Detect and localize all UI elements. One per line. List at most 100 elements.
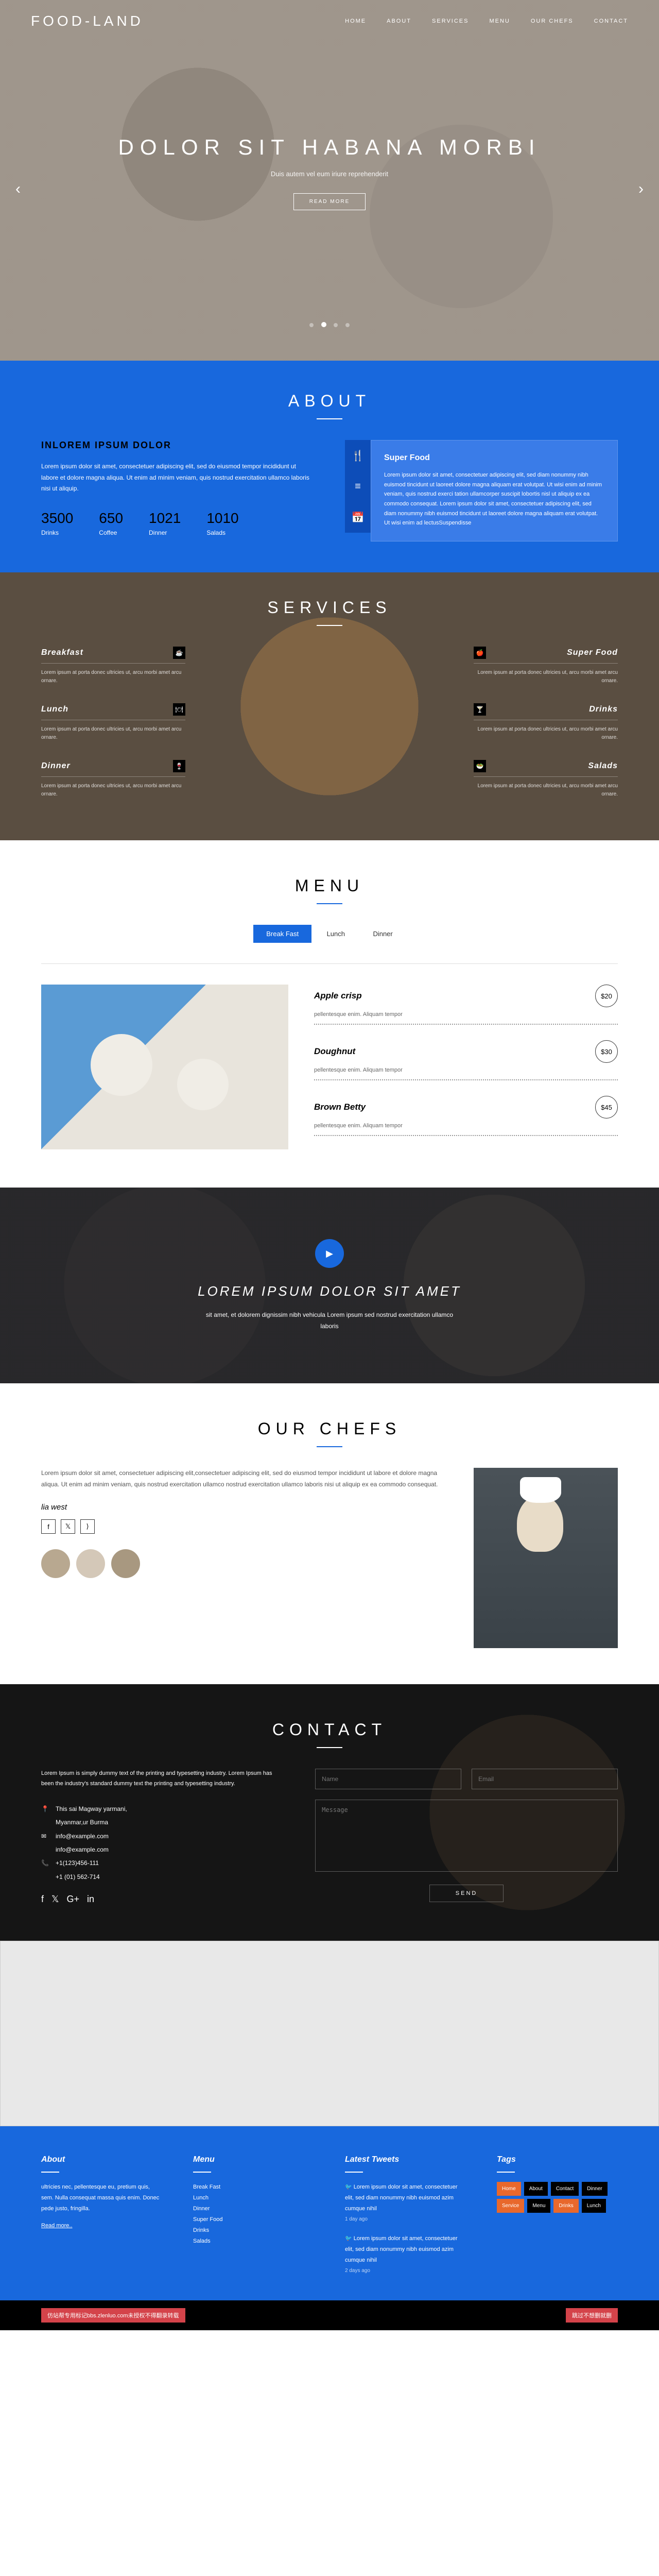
video-title: LOREM IPSUM DOLOR SIT AMET bbox=[198, 1283, 461, 1299]
service-icon: 🍸 bbox=[474, 703, 486, 716]
tab-breakfast[interactable]: Break Fast bbox=[253, 925, 311, 943]
price-badge: $20 bbox=[595, 985, 618, 1007]
service-item: Super Food🍎Lorem ipsum at porta donec ul… bbox=[474, 647, 618, 685]
menu-image bbox=[41, 985, 288, 1149]
send-button[interactable]: SEND bbox=[429, 1885, 504, 1902]
nav-about[interactable]: ABOUT bbox=[387, 18, 411, 24]
stat: 1010Salads bbox=[206, 510, 238, 536]
divider bbox=[317, 903, 342, 904]
email-input[interactable] bbox=[472, 1769, 618, 1789]
calendar-icon[interactable]: 📅 bbox=[345, 502, 371, 533]
twitter-icon[interactable]: 𝕏 bbox=[51, 1894, 59, 1905]
service-icon: ☕ bbox=[173, 647, 185, 659]
tag[interactable]: Service bbox=[497, 2199, 524, 2213]
footer-about-text: ultricies nec, pellentesque eu, pretium … bbox=[41, 2182, 162, 2214]
chef-name: lia west bbox=[41, 1503, 443, 1512]
price-badge: $30 bbox=[595, 1040, 618, 1063]
tag[interactable]: About bbox=[524, 2182, 548, 2196]
phone-icon: 📞 bbox=[41, 1856, 49, 1870]
divider bbox=[317, 418, 342, 419]
dot-1[interactable] bbox=[309, 323, 314, 327]
nav-chefs[interactable]: OUR CHEFS bbox=[531, 18, 574, 24]
contact-address: This sai Magway yarmani, Myanmar,ur Burm… bbox=[56, 1802, 127, 1829]
nav-menu[interactable]: MENU bbox=[489, 18, 510, 24]
nav-services[interactable]: SERVICES bbox=[432, 18, 469, 24]
play-button[interactable]: ▶ bbox=[315, 1239, 344, 1268]
nav-home[interactable]: HOME bbox=[345, 18, 366, 24]
nav-links: HOME ABOUT SERVICES MENU OUR CHEFS CONTA… bbox=[345, 18, 628, 24]
footer-menu-link[interactable]: Drinks bbox=[193, 2225, 314, 2236]
name-input[interactable] bbox=[315, 1769, 461, 1789]
tag[interactable]: Contact bbox=[551, 2182, 579, 2196]
map[interactable] bbox=[0, 1941, 659, 2126]
google-icon[interactable]: G+ bbox=[67, 1894, 80, 1905]
chef-thumb-1[interactable] bbox=[41, 1549, 70, 1578]
tag[interactable]: Home bbox=[497, 2182, 521, 2196]
location-icon: 📍 bbox=[41, 1802, 49, 1816]
contact-phone2: +1 (01) 562-714 bbox=[56, 1870, 100, 1884]
dot-4[interactable] bbox=[345, 323, 350, 327]
tag[interactable]: Lunch bbox=[582, 2199, 606, 2213]
footer-menu-link[interactable]: Lunch bbox=[193, 2193, 314, 2204]
menu-title: MENU bbox=[41, 876, 618, 895]
dot-2[interactable] bbox=[321, 322, 326, 327]
copyright-right[interactable]: 跳过不想删就删 bbox=[566, 2308, 618, 2323]
service-item: Lunch🍽Lorem ipsum at porta donec ultrici… bbox=[41, 703, 185, 742]
contact-email2: info@example.com bbox=[56, 1843, 109, 1856]
stat: 650Coffee bbox=[99, 510, 123, 536]
utensils-icon[interactable]: 🍴 bbox=[345, 440, 371, 471]
services-title: SERVICES bbox=[41, 598, 618, 617]
logo[interactable]: FOOD-LAND bbox=[31, 13, 144, 29]
tab-lunch[interactable]: Lunch bbox=[314, 925, 358, 943]
contact-email1: info@example.com bbox=[56, 1829, 109, 1843]
tab-dinner[interactable]: Dinner bbox=[360, 925, 405, 943]
hero-dots bbox=[0, 320, 659, 330]
facebook-icon[interactable]: f bbox=[41, 1894, 44, 1905]
hero-next-arrow[interactable]: › bbox=[623, 180, 659, 198]
contact-intro: Lorem Ipsum is simply dummy text of the … bbox=[41, 1769, 274, 1789]
hero-subtitle: Duis autem vel eum iriure reprehenderit bbox=[0, 170, 659, 178]
footer-menu-link[interactable]: Salads bbox=[193, 2236, 314, 2247]
chef-thumb-3[interactable] bbox=[111, 1549, 140, 1578]
mail-icon: ✉ bbox=[41, 1829, 49, 1843]
chefs-title: OUR CHEFS bbox=[41, 1419, 618, 1438]
hero-readmore-button[interactable]: READ MORE bbox=[293, 193, 366, 210]
tag[interactable]: Menu bbox=[527, 2199, 550, 2213]
readmore-link[interactable]: Read more.. bbox=[41, 2221, 162, 2231]
footer-menu-title: Menu bbox=[193, 2152, 314, 2167]
footer-menu-link[interactable]: Break Fast bbox=[193, 2182, 314, 2193]
linkedin-icon[interactable]: in bbox=[87, 1894, 94, 1905]
facebook-icon[interactable]: f bbox=[41, 1519, 56, 1534]
video-text: sit amet, et dolorem dignissim nibh vehi… bbox=[201, 1310, 458, 1332]
price-badge: $45 bbox=[595, 1096, 618, 1118]
contact-phone1: +1(123)456-111 bbox=[56, 1856, 99, 1870]
footer-tweets-title: Latest Tweets bbox=[345, 2152, 466, 2167]
chef-thumb-2[interactable] bbox=[76, 1549, 105, 1578]
tweet: 🐦 Lorem ipsum dolor sit amet, consectetu… bbox=[345, 2182, 466, 2224]
footer-tags-title: Tags bbox=[497, 2152, 618, 2167]
service-icon: 🍎 bbox=[474, 647, 486, 659]
divider bbox=[317, 1747, 342, 1748]
menu-item: Apple crisp$20pellentesque enim. Aliquam… bbox=[314, 985, 618, 1025]
divider bbox=[317, 625, 342, 626]
service-icon: 🍷 bbox=[173, 760, 185, 772]
feature-title: Super Food bbox=[384, 453, 604, 463]
service-icon: 🥗 bbox=[474, 760, 486, 772]
service-item: Dinner🍷Lorem ipsum at porta donec ultric… bbox=[41, 760, 185, 799]
twitter-icon[interactable]: 𝕏 bbox=[61, 1519, 75, 1534]
hero-prev-arrow[interactable]: ‹ bbox=[0, 180, 36, 198]
message-input[interactable] bbox=[315, 1800, 618, 1872]
divider bbox=[317, 1446, 342, 1447]
copyright-left: 仿站帮专用标记bbs.zlenluo.com未授权不得翻录转载 bbox=[41, 2308, 185, 2323]
footer-menu-link[interactable]: Dinner bbox=[193, 2204, 314, 2214]
tag[interactable]: Dinner bbox=[582, 2182, 607, 2196]
list-icon[interactable]: ≡ bbox=[345, 471, 371, 502]
dot-3[interactable] bbox=[334, 323, 338, 327]
rss-icon[interactable]: ⟩ bbox=[80, 1519, 95, 1534]
footer-about-title: About bbox=[41, 2152, 162, 2167]
feature-text: Lorem ipsum dolor sit amet, consectetuer… bbox=[384, 470, 604, 528]
nav-contact[interactable]: CONTACT bbox=[594, 18, 628, 24]
tag[interactable]: Drinks bbox=[553, 2199, 578, 2213]
footer-menu-link[interactable]: Super Food bbox=[193, 2214, 314, 2225]
about-text: Lorem ipsum dolor sit amet, consectetuer… bbox=[41, 461, 314, 495]
